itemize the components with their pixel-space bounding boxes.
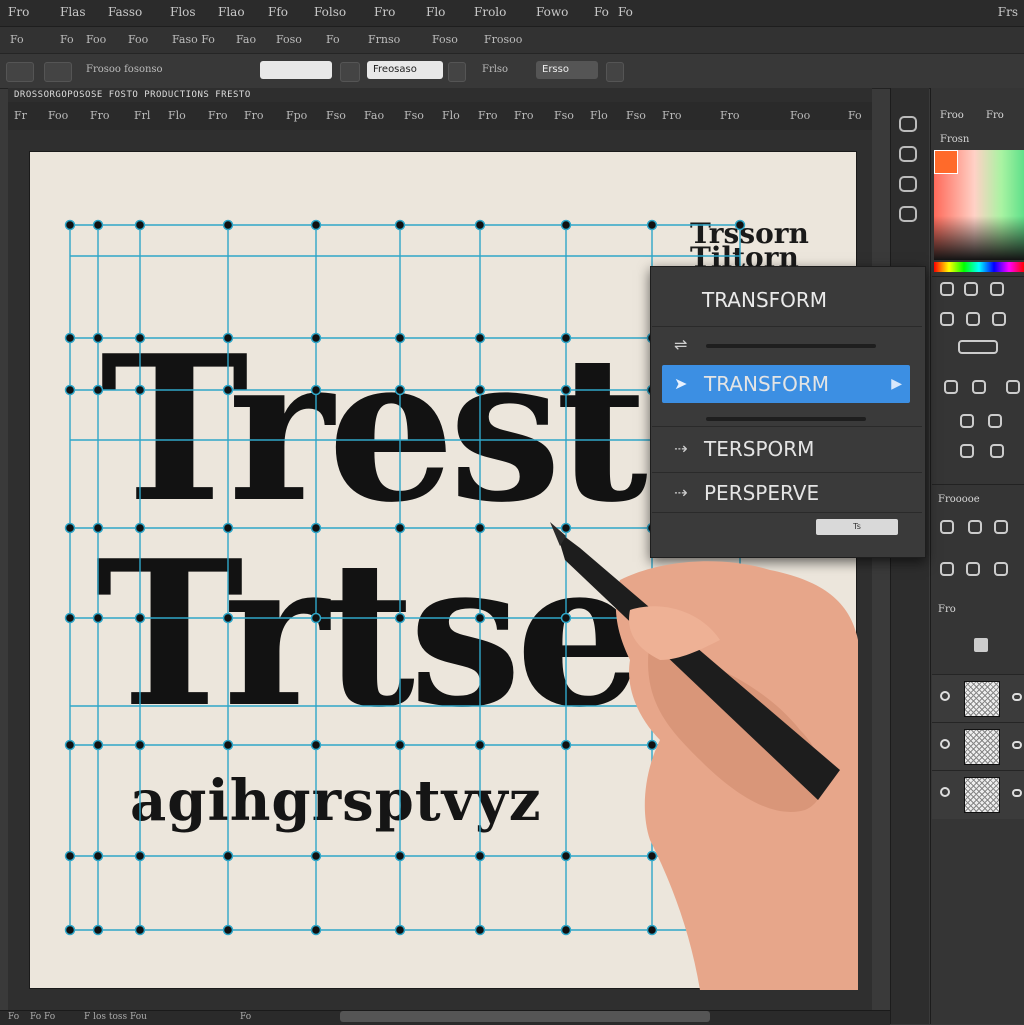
horizontal-scrollbar[interactable]: [340, 1011, 710, 1022]
status-zoom: Fo: [8, 1012, 20, 1022]
status-info: Fo Fo: [30, 1012, 56, 1022]
hand-with-stylus-illustration: [550, 522, 858, 990]
status-doc: F los toss Fou: [84, 1012, 147, 1022]
status-right: Fo: [240, 1012, 252, 1022]
